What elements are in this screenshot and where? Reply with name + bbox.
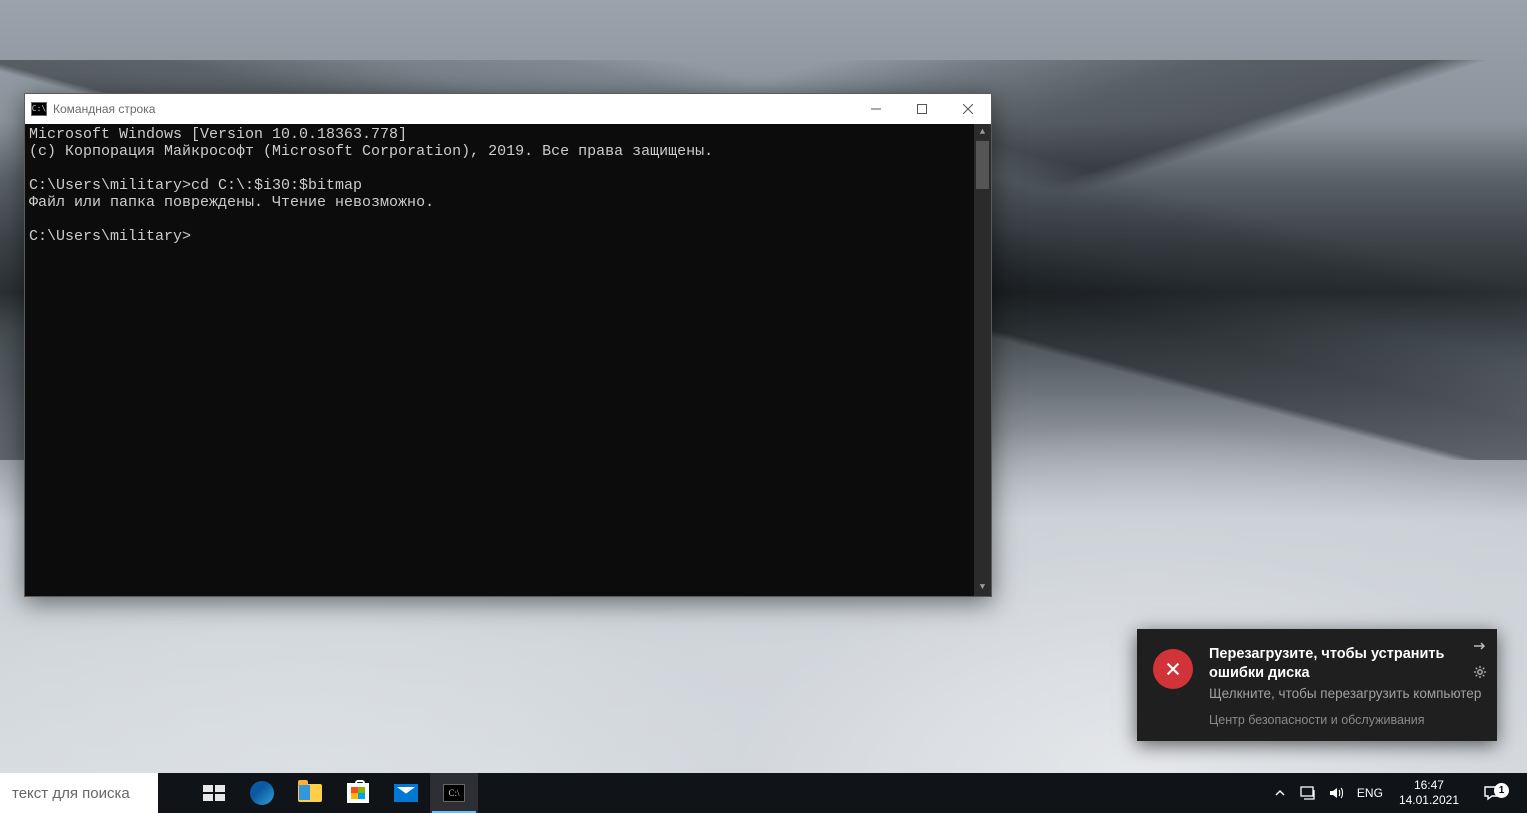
taskbar-items: C:\ (190, 773, 478, 813)
taskbar-clock[interactable]: 16:47 14.01.2021 (1391, 778, 1467, 808)
scroll-down-icon[interactable]: ▼ (974, 579, 991, 596)
clock-date: 14.01.2021 (1399, 793, 1459, 808)
scroll-up-icon[interactable]: ▲ (974, 124, 991, 141)
taskbar-app-mail[interactable] (382, 773, 430, 813)
taskbar-app-edge[interactable] (238, 773, 286, 813)
taskbar-app-cmd[interactable]: C:\ (430, 773, 478, 813)
cmd-icon: C:\ (31, 102, 47, 116)
cmd-body[interactable]: Microsoft Windows [Version 10.0.18363.77… (25, 124, 991, 596)
toast-content: Перезагрузите, чтобы устранить ошибки ди… (1209, 645, 1483, 727)
toast-body: Щелкните, чтобы перезагрузить компьютер (1209, 685, 1483, 703)
cmd-taskbar-icon: C:\ (443, 784, 465, 802)
system-tray: ENG 16:47 14.01.2021 1 (1267, 773, 1527, 813)
taskbar-app-store[interactable] (334, 773, 382, 813)
cmd-title: Командная строка (53, 102, 155, 116)
cmd-window[interactable]: C:\ Командная строка Microsoft Windows [… (24, 93, 992, 597)
language-indicator[interactable]: ENG (1351, 773, 1389, 813)
scroll-thumb[interactable] (976, 141, 989, 189)
task-view-icon (203, 785, 225, 801)
edge-icon (250, 781, 274, 805)
maximize-button[interactable] (899, 94, 945, 124)
toast-settings-button[interactable] (1471, 663, 1489, 681)
task-view-button[interactable] (190, 773, 238, 813)
cmd-scrollbar[interactable]: ▲ ▼ (974, 124, 991, 596)
taskbar-app-explorer[interactable] (286, 773, 334, 813)
tray-overflow-button[interactable] (1267, 773, 1293, 813)
cmd-line: C:\Users\military>cd C:\:$i30:$bitmap (29, 177, 362, 194)
mail-icon (394, 784, 418, 802)
window-controls (853, 94, 991, 124)
file-explorer-icon (298, 784, 322, 802)
cmd-line: Файл или папка повреждены. Чтение невозм… (29, 194, 434, 211)
toast-source: Центр безопасности и обслуживания (1209, 713, 1483, 727)
cmd-line: Microsoft Windows [Version 10.0.18363.77… (29, 126, 407, 143)
cmd-line: (c) Корпорация Майкрософт (Microsoft Cor… (29, 143, 713, 160)
toast-title: Перезагрузите, чтобы устранить ошибки ди… (1209, 645, 1483, 683)
network-icon[interactable] (1295, 773, 1321, 813)
close-button[interactable] (945, 94, 991, 124)
error-icon (1153, 649, 1193, 689)
clock-time: 16:47 (1399, 778, 1459, 793)
notification-badge: 1 (1494, 783, 1509, 798)
taskbar-search-box[interactable]: текст для поиска (0, 773, 158, 813)
search-placeholder: текст для поиска (12, 785, 130, 802)
taskbar: C:\ ENG 16:47 14.01.2021 1 (0, 773, 1527, 813)
toast-dismiss-button[interactable] (1471, 637, 1489, 655)
minimize-button[interactable] (853, 94, 899, 124)
notification-toast[interactable]: Перезагрузите, чтобы устранить ошибки ди… (1137, 629, 1497, 741)
cmd-titlebar[interactable]: C:\ Командная строка (25, 94, 991, 124)
action-center-button[interactable]: 1 (1469, 784, 1515, 802)
store-icon (347, 783, 369, 803)
cmd-line: C:\Users\military> (29, 228, 191, 245)
volume-icon[interactable] (1323, 773, 1349, 813)
